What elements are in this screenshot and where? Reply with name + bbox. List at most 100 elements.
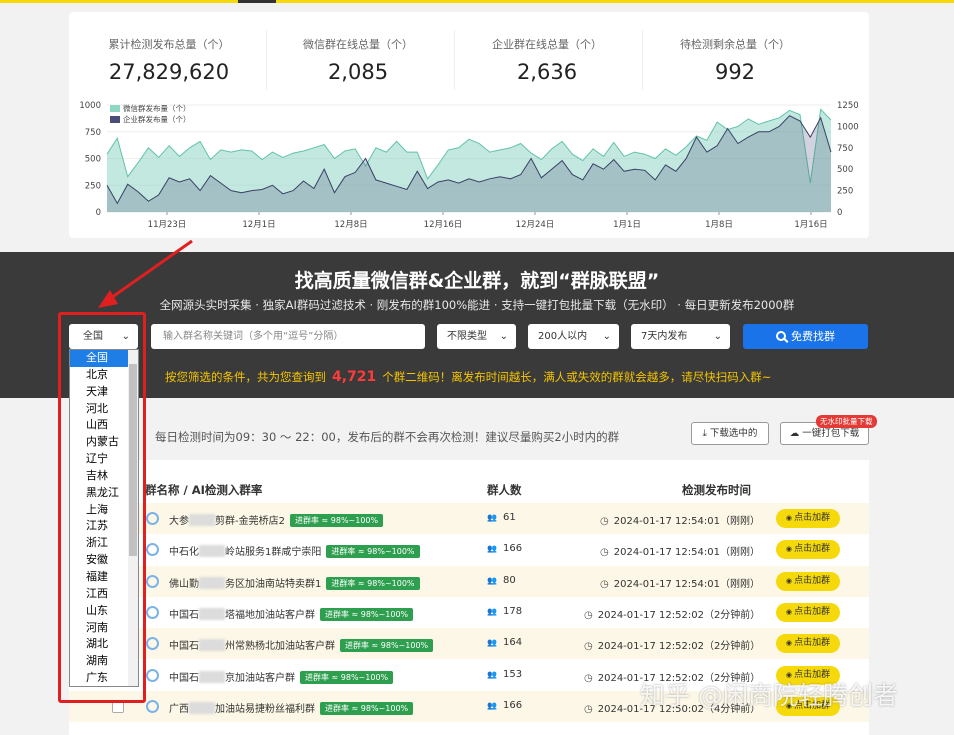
join-group-button[interactable]: 点击加群	[776, 540, 840, 560]
y-right-tick-label: 0	[837, 208, 842, 218]
member-count: 166	[487, 543, 522, 554]
search-button[interactable]: 免费找群	[743, 324, 868, 349]
blurred-text	[199, 670, 225, 683]
rate-tag: 进群率 ≈ 98%~100%	[326, 545, 420, 559]
stat-pending: 待检测剩余总量（个） 992	[640, 36, 830, 84]
band-subtitle: 全网源头实时采集 · 独家AI群码过滤技术 · 刚发布的群100%能进 · 支持…	[159, 298, 795, 312]
download-icon: ⤓	[702, 428, 710, 439]
group-search-icon	[146, 668, 159, 682]
publish-time: 2024-01-17 12:52:02（2分钟前）	[584, 606, 761, 621]
publish-trend-chart: 0 250 500 750 1000 0 250 500 750 1000 1250 11月23日 12…	[69, 98, 869, 238]
group-name-part: 加油站易捷粉丝福利群	[215, 703, 315, 715]
y-right-tick-label: 250	[837, 187, 853, 197]
top-accent-bar	[0, 0, 954, 3]
y-left-tick-label: 750	[85, 128, 101, 138]
y-left-tick-label: 1000	[79, 101, 101, 111]
group-name: 中国石 京加油站客户群 进群率 ≈ 98%~100%	[169, 669, 394, 684]
watermark: 知乎 @闲商院轻腾创者	[640, 681, 898, 710]
time-select[interactable]: 7天内发布 ⌄	[631, 324, 730, 349]
join-group-button[interactable]: 点击加群	[776, 509, 840, 528]
chart-svg: 0 250 500 750 1000 0 250 500 750 1000 1250 11月23日 12…	[79, 101, 859, 230]
y-right-tick-label: 1000	[837, 122, 859, 132]
blurred-text	[199, 545, 225, 558]
header-name: 群名称 / AI检测入群率	[145, 483, 263, 497]
stat-label: 累计检测发布总量（个）	[108, 38, 230, 51]
result-summary: 按您筛选的条件，共为您查询到 4,721 个群二维码！离发布时间越长，满人或失效的群…	[165, 369, 771, 385]
scrollbar-thumb[interactable]	[129, 364, 137, 556]
group-name-part: 岭站服务1群咸宁崇阳	[225, 547, 322, 559]
blurred-text	[199, 639, 225, 652]
search-button-label: 免费找群	[791, 330, 835, 343]
cloud-download-icon: ☁	[789, 428, 803, 439]
group-name: 中国石 州常熟杨北加油站客户群 进群率 ≈ 98%~100%	[169, 637, 434, 653]
download-all-label: 一键打包下载	[802, 428, 860, 439]
result-count: 4,721	[332, 369, 377, 385]
join-group-button[interactable]: 点击加群	[776, 602, 840, 622]
stat-label: 企业群在线总量（个）	[492, 38, 602, 51]
notice-text: 每日检测时间为09：30 ～ 22：00，发布后的群不会再次检测！建议尽量购买2…	[155, 430, 620, 444]
member-count: 61	[487, 512, 516, 523]
group-name-part: 中国石	[169, 672, 199, 684]
dropdown-scrollbar[interactable]	[128, 350, 138, 686]
blurred-text	[199, 576, 225, 589]
legend-swatch	[110, 105, 120, 112]
legend-label: 企业群发布量（个）	[123, 114, 191, 124]
stat-enterprise-online: 企业群在线总量（个） 2,636	[452, 36, 642, 84]
result-suffix: 个群二维码！离发布时间越长，满人或失效的群就会越多，请尽快扫码入群~	[382, 370, 772, 384]
x-tick-label: 12月24日	[516, 220, 555, 230]
publish-time: 2024-01-17 12:54:01（刚刚）	[600, 543, 760, 558]
chevron-down-icon: ⌄	[602, 331, 611, 342]
time-select-value: 7天内发布	[641, 331, 688, 342]
type-select[interactable]: 不限类型 ⌄	[437, 324, 516, 349]
size-select[interactable]: 200人以内 ⌄	[528, 324, 619, 349]
publish-time: 2024-01-17 12:52:02（2分钟前）	[584, 637, 761, 652]
x-tick-label: 1月8日	[705, 220, 733, 230]
stat-label: 待检测剩余总量（个）	[680, 38, 790, 51]
blurred-text	[199, 607, 225, 620]
download-selected-label: 下载选中的	[709, 428, 758, 439]
row-checkbox[interactable]	[112, 700, 124, 713]
group-search-icon	[146, 543, 159, 557]
rate-tag: 进群率 ≈ 98%~100%	[326, 576, 420, 590]
publish-time: 2024-01-17 12:54:01（刚刚）	[600, 512, 760, 527]
stat-value: 2,636	[516, 60, 578, 84]
keyword-search-input[interactable]	[151, 324, 425, 349]
header-time: 检测发布时间	[682, 483, 751, 497]
chevron-down-icon: ⌄	[499, 331, 508, 342]
region-select[interactable]: 全国 ⌄	[69, 324, 138, 349]
y-right-tick-label: 750	[837, 144, 853, 154]
active-tab-indicator	[238, 0, 276, 3]
rate-tag: 进群率 ≈ 98%~100%	[300, 670, 394, 684]
download-selected-button[interactable]: ⤓ 下载选中的	[691, 422, 769, 445]
table-row: 佛山勤 务区加油南站特卖群1 进群率 ≈ 98%~100% 80 2024-01-17 …	[69, 565, 869, 597]
x-tick-label: 12月1日	[242, 220, 275, 230]
chevron-down-icon: ⌄	[713, 331, 722, 342]
x-tick-label: 12月8日	[334, 220, 367, 230]
rate-tag: 进群率 ≈ 98%~100%	[340, 639, 434, 653]
rate-tag: 进群率 ≈ 98%~100%	[320, 607, 414, 621]
stat-value: 2,085	[327, 60, 389, 84]
join-group-button[interactable]: 点击加群	[776, 571, 840, 591]
y-left-tick-label: 500	[85, 155, 101, 165]
group-name: 大参 剪群-金莞桥店2 进群率 ≈ 98%~100%	[169, 512, 384, 527]
group-name-part: 务区加油南站特卖群1	[225, 578, 322, 590]
group-name-part: 广西	[169, 703, 189, 715]
y-left-tick-label: 250	[85, 181, 101, 191]
y-right-tick-label: 1250	[837, 101, 859, 111]
legend-label: 微信群发布量（个）	[123, 103, 191, 113]
y-right-tick-label: 500	[837, 165, 853, 175]
group-search-icon	[146, 637, 159, 651]
group-search-icon	[146, 699, 159, 713]
legend-swatch	[110, 116, 120, 123]
member-count: 178	[487, 606, 522, 617]
stat-wechat-online: 微信群在线总量（个） 2,085	[263, 36, 453, 84]
rate-tag: 进群率 ≈ 98%~100%	[289, 514, 384, 527]
x-tick-label: 1月1日	[613, 220, 641, 230]
y-left-tick-label: 0	[96, 208, 101, 218]
band-title: 找高质量微信群&企业群，就到“群脉联盟”	[294, 270, 660, 292]
x-tick-label: 1月16日	[794, 220, 827, 230]
search-band: 找高质量微信群&企业群，就到“群脉联盟” 全网源头实时采集 · 独家AI群码过滤…	[0, 252, 954, 398]
search-icon	[776, 331, 786, 341]
x-tick-label: 12月16日	[424, 220, 463, 230]
join-group-button[interactable]: 点击加群	[776, 634, 840, 654]
